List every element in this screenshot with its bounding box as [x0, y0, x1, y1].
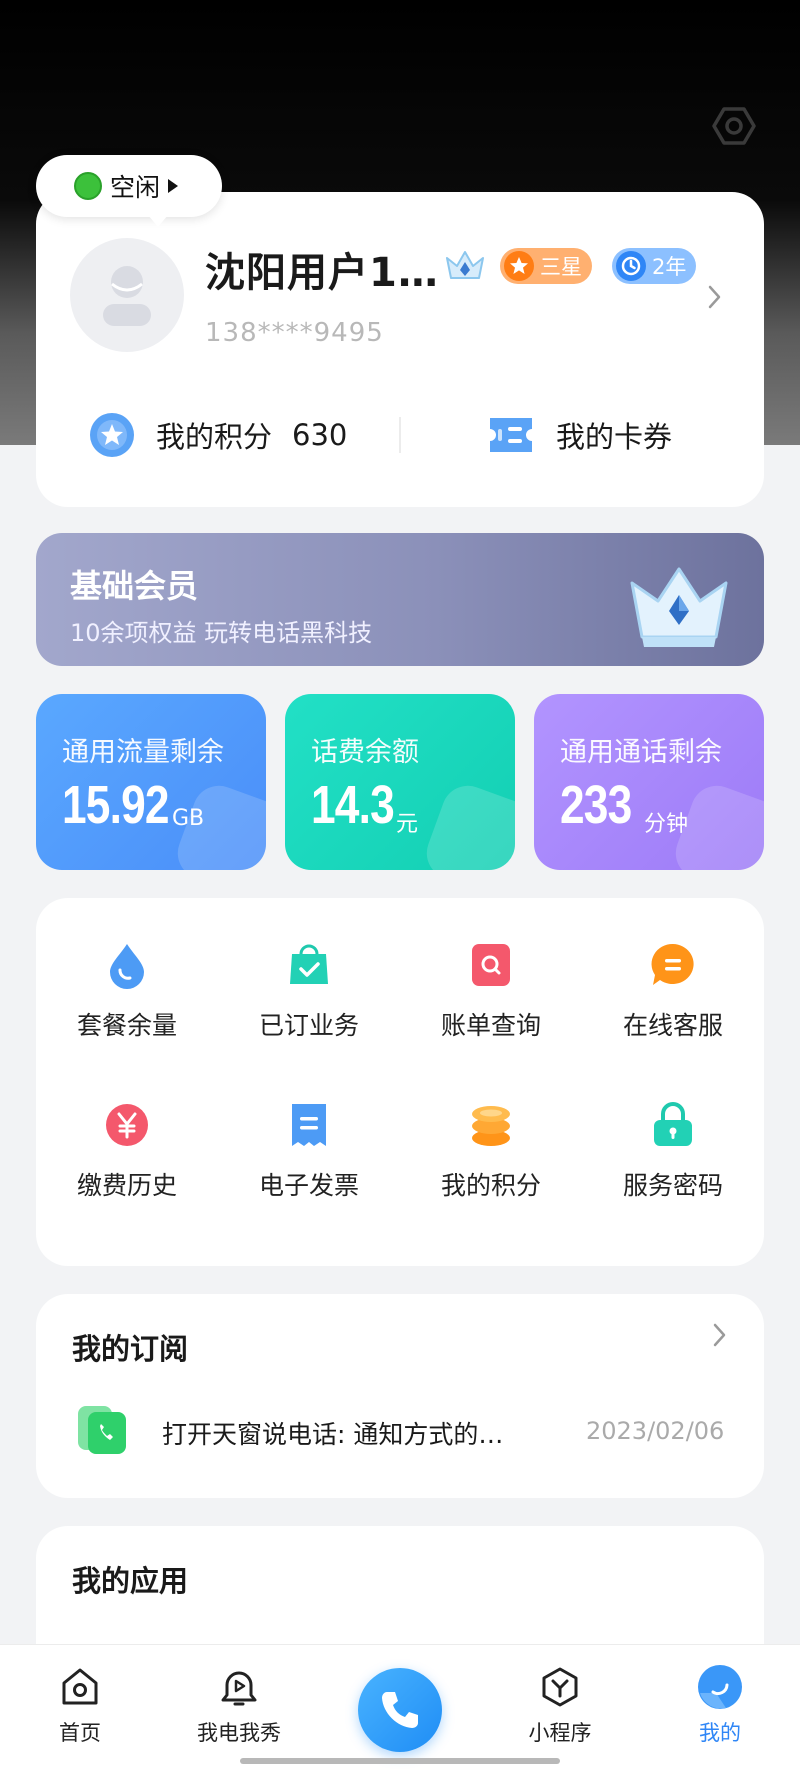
- status-label: 空闲: [110, 173, 161, 202]
- service-e-invoice[interactable]: 电子发票: [218, 1098, 400, 1218]
- service-my-points[interactable]: 我的积分: [400, 1098, 582, 1218]
- membership-subtitle: 10余项权益 玩转电话黑科技: [70, 619, 373, 647]
- user-avatar-icon: [103, 266, 151, 326]
- subscription-item-text[interactable]: 打开天窗说电话: 通知方式的…: [162, 1415, 503, 1451]
- profile-chevron-right-icon[interactable]: [706, 284, 724, 310]
- service-label: 在线客服: [622, 1011, 723, 1040]
- service-payment-history[interactable]: 缴费历史: [36, 1098, 218, 1218]
- call-minutes-label: 通用通话剩余: [560, 737, 722, 768]
- my-coupons-link[interactable]: 我的卡券: [486, 405, 672, 465]
- membership-crown-icon: [630, 567, 728, 647]
- me-icon: [696, 1663, 744, 1711]
- tab-mini-programs[interactable]: 小程序: [495, 1663, 625, 1747]
- subscriptions-chevron-right-icon[interactable]: [711, 1322, 729, 1348]
- status-selector[interactable]: 空闲: [36, 155, 222, 227]
- divider: [399, 417, 401, 453]
- yuan-icon: [100, 1098, 154, 1152]
- service-label: 缴费历史: [76, 1171, 177, 1200]
- data-remaining-value: 15.92: [62, 775, 170, 835]
- my-points-link[interactable]: 我的积分 630: [88, 405, 347, 465]
- service-label: 服务密码: [622, 1171, 723, 1200]
- service-online-support[interactable]: 在线客服: [582, 938, 764, 1058]
- service-label: 我的积分: [440, 1171, 541, 1200]
- home-icon: [56, 1663, 104, 1711]
- bag-check-icon: [282, 938, 336, 992]
- my-points-label: 我的积分: [156, 420, 273, 454]
- tab-my-show[interactable]: 我电我秀: [174, 1663, 304, 1747]
- coupon-icon: [490, 418, 532, 452]
- balance-unit: 元: [396, 812, 419, 837]
- balance-card[interactable]: 话费余额 14.3 元: [285, 694, 515, 870]
- caret-right-icon: [168, 179, 179, 193]
- points-coupons-row: 我的积分 630 我的卡券: [36, 405, 764, 465]
- call-minutes-unit: 分钟: [644, 812, 689, 837]
- drop-icon: [100, 938, 154, 992]
- membership-banner[interactable]: 基础会员 10余项权益 玩转电话黑科技: [36, 533, 764, 666]
- my-apps-title: 我的应用: [72, 1564, 189, 1598]
- my-coupons-label: 我的卡券: [556, 420, 673, 454]
- home-indicator: [240, 1758, 560, 1764]
- bell-play-icon: [215, 1663, 263, 1711]
- clock-icon: [616, 251, 646, 281]
- call-minutes-value: 233: [560, 775, 632, 835]
- phone-icon: [382, 1692, 418, 1728]
- settings-icon: [712, 107, 756, 145]
- settings-button[interactable]: [708, 100, 760, 152]
- tab-me[interactable]: 我的: [655, 1663, 785, 1747]
- network-years-badge[interactable]: 2年: [612, 248, 697, 284]
- decoration: [419, 778, 515, 870]
- coins-icon: [464, 1098, 518, 1152]
- status-online-dot: [74, 172, 102, 200]
- member-crown-icon: [446, 251, 484, 279]
- data-remaining-unit: GB: [172, 806, 205, 831]
- service-password[interactable]: 服务密码: [582, 1098, 764, 1218]
- phone-number: 138****9495: [205, 318, 384, 348]
- balance-value: 14.3: [311, 775, 395, 835]
- services-grid: 套餐余量 已订业务 账单查询 在线客服 缴费历史 电子发票 我的积分 服务密码: [36, 898, 764, 1266]
- phone-message-icon: [78, 1406, 126, 1454]
- tab-label: 首页: [59, 1721, 101, 1745]
- service-label: 套餐余量: [76, 1011, 177, 1040]
- network-years-text: 2年: [652, 255, 687, 279]
- membership-title: 基础会员: [70, 567, 199, 605]
- lock-icon: [646, 1098, 700, 1152]
- points-star-icon: [90, 413, 134, 457]
- star-icon: [504, 251, 534, 281]
- tab-label: 小程序: [528, 1721, 592, 1745]
- call-minutes-card[interactable]: 通用通话剩余 233 分钟: [534, 694, 764, 870]
- user-name[interactable]: 沈阳用户1…: [205, 240, 439, 298]
- service-label: 已订业务: [258, 1011, 359, 1040]
- service-subscribed[interactable]: 已订业务: [218, 938, 400, 1058]
- subscriptions-card: [36, 1294, 764, 1498]
- subscriptions-title: 我的订阅: [72, 1332, 189, 1366]
- star-level-badge[interactable]: 三星: [500, 248, 592, 284]
- data-remaining-label: 通用流量剩余: [62, 737, 224, 768]
- service-label: 账单查询: [440, 1011, 541, 1040]
- tab-label: 我电我秀: [197, 1721, 281, 1745]
- mini-program-icon: [536, 1663, 584, 1711]
- star-level-text: 三星: [540, 255, 582, 279]
- service-plan-balance[interactable]: 套餐余量: [36, 938, 218, 1058]
- avatar[interactable]: [70, 238, 184, 352]
- data-remaining-card[interactable]: 通用流量剩余 15.92 GB: [36, 694, 266, 870]
- subscription-item-date: 2023/02/06: [586, 1417, 725, 1445]
- dial-button[interactable]: [358, 1668, 442, 1752]
- tab-home[interactable]: 首页: [15, 1663, 145, 1747]
- tab-label: 我的: [699, 1721, 741, 1745]
- chat-icon: [646, 938, 700, 992]
- invoice-icon: [282, 1098, 336, 1152]
- my-points-value: 630: [292, 418, 348, 452]
- bill-search-icon: [464, 938, 518, 992]
- service-bill-query[interactable]: 账单查询: [400, 938, 582, 1058]
- balance-label: 话费余额: [311, 737, 419, 768]
- service-label: 电子发票: [258, 1171, 359, 1200]
